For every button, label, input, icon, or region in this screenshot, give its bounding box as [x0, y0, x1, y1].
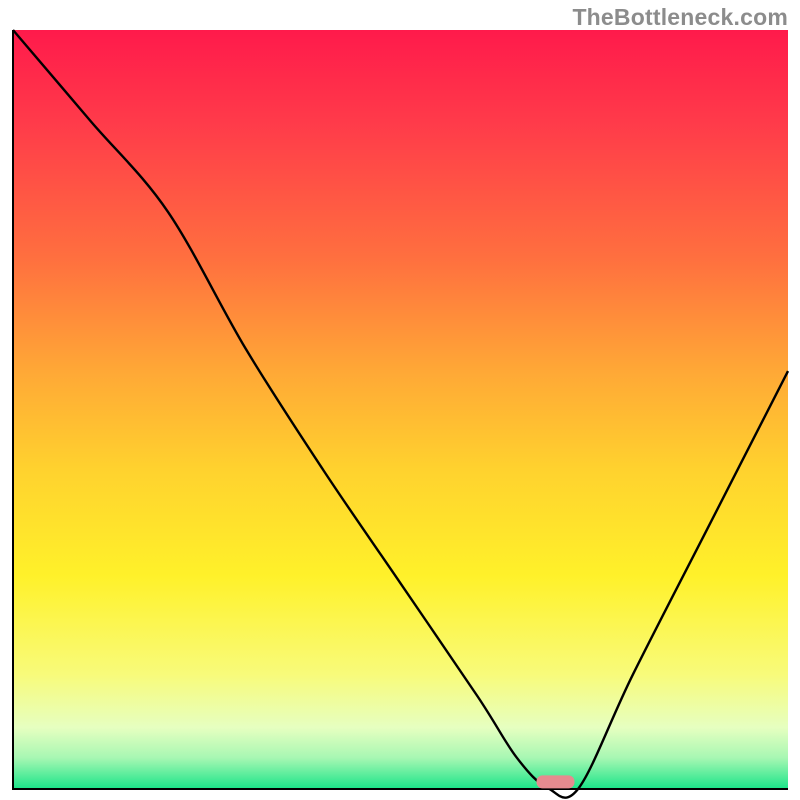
- x-axis-line: [12, 788, 788, 790]
- chart-container: TheBottleneck.com: [0, 0, 800, 800]
- plot-background-gradient: [13, 30, 788, 788]
- watermark-text: TheBottleneck.com: [572, 4, 788, 31]
- y-axis-line: [12, 30, 14, 790]
